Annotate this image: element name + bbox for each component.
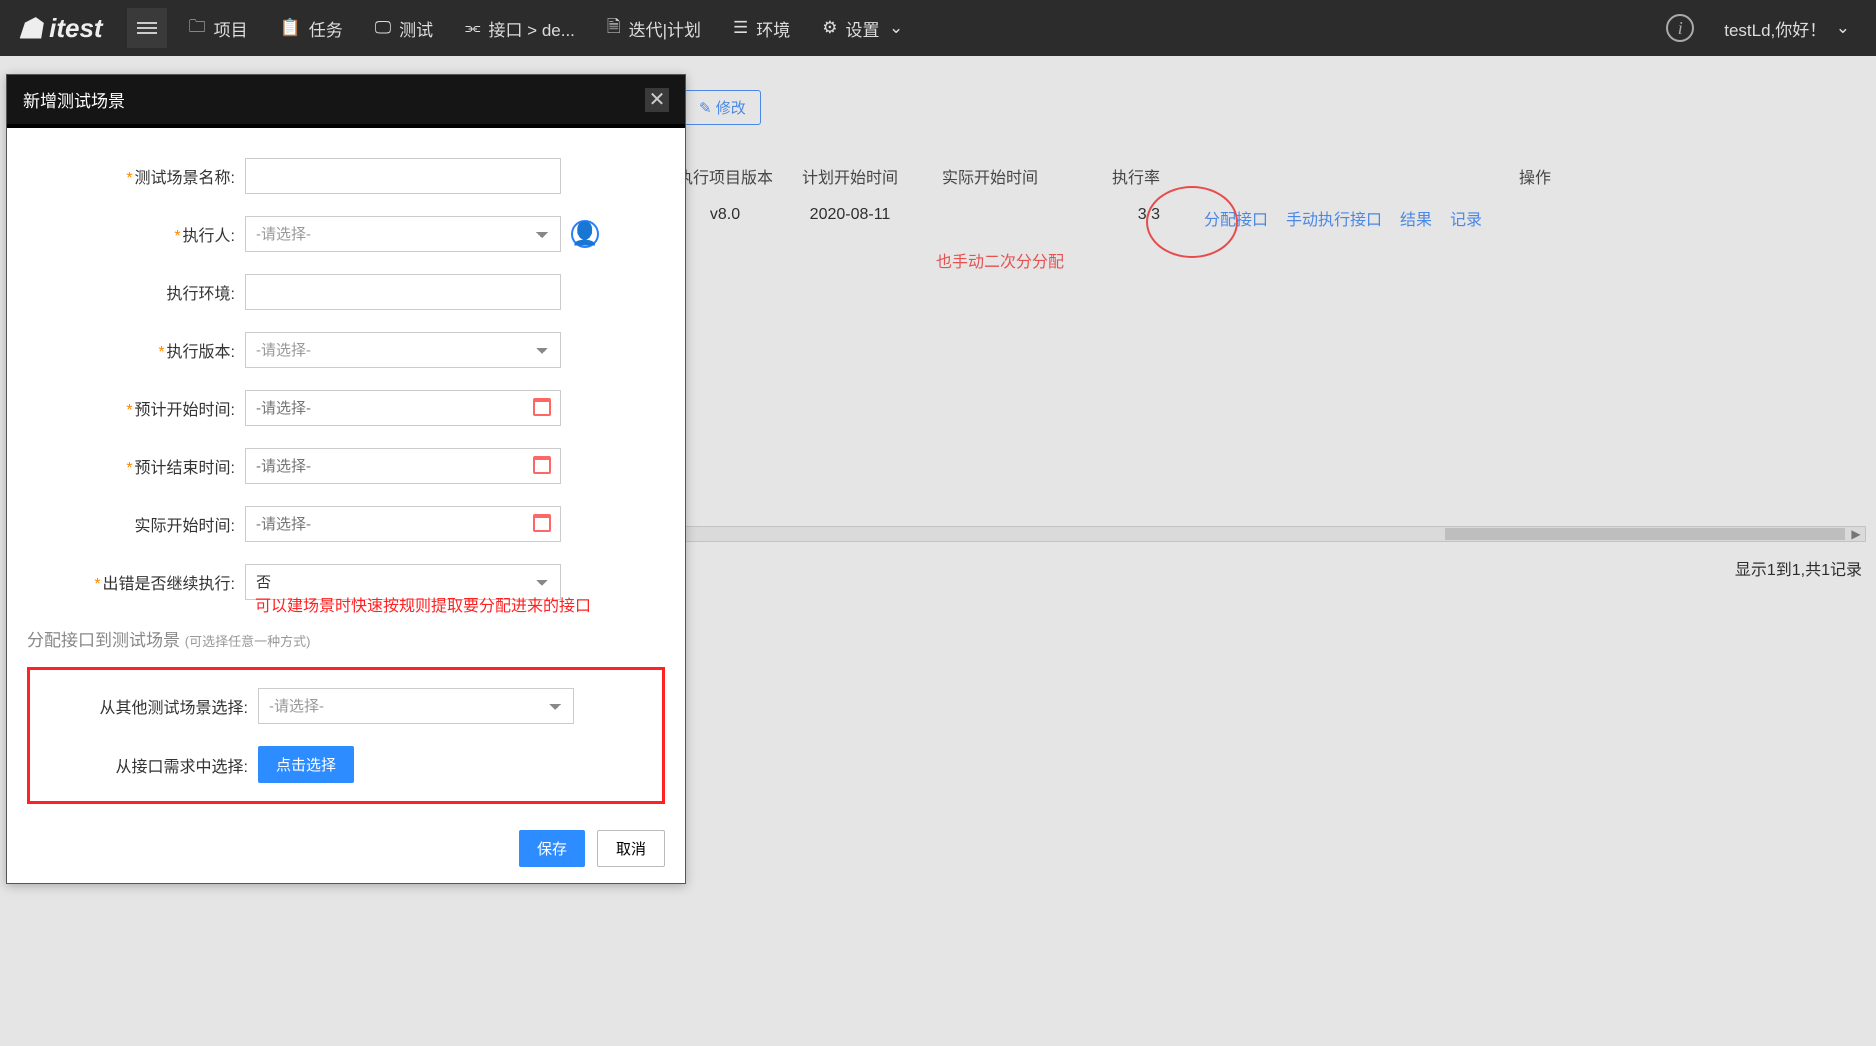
clipboard-icon: 📋 — [280, 18, 301, 38]
nav-task[interactable]: 📋 任务 — [264, 0, 359, 56]
nav-project[interactable]: 🗀 项目 — [173, 0, 264, 56]
section-assign-hint: (可选择任意一种方式) — [185, 634, 311, 649]
label-plan-end: *预计结束时间: — [27, 454, 245, 478]
assign-options-box: 从其他测试场景选择: -请选择- 从接口需求中选择: 点击选择 — [27, 667, 665, 804]
modal-footer: 保存 取消 — [7, 824, 685, 883]
row-from-req: 从接口需求中选择: 点击选择 — [40, 746, 652, 783]
monitor-icon: 🖵 — [375, 18, 391, 38]
annotation-rule-note: 可以建场景时快速按规则提取要分配进来的接口 — [255, 592, 665, 616]
calendar-icon[interactable] — [533, 456, 551, 474]
label-scene-name: *测试场景名称: — [27, 164, 245, 188]
modal-close-button[interactable]: ✕ — [645, 88, 669, 112]
label-from-req: 从接口需求中选择: — [40, 753, 258, 777]
nav-iteration[interactable]: 🗎 迭代|计划 — [591, 0, 717, 56]
label-from-scene: 从其他测试场景选择: — [40, 694, 258, 718]
label-env: 执行环境: — [27, 280, 245, 304]
user-greeting-text: testLd,你好！ — [1724, 16, 1826, 41]
label-executor: *执行人: — [27, 222, 245, 246]
row-actual-start: 实际开始时间: — [27, 506, 665, 542]
nav-project-label: 项目 — [214, 16, 248, 41]
row-env: 执行环境: — [27, 274, 665, 310]
modal-body: *测试场景名称: *执行人: -请选择- 👤 执行环境: *执行版本: -请选择… — [7, 128, 685, 824]
row-from-scene: 从其他测试场景选择: -请选择- — [40, 688, 652, 724]
nav-api-label: 接口 > de... — [488, 16, 574, 41]
hamburger-icon — [137, 19, 157, 37]
section-assign-title: 分配接口到测试场景 (可选择任意一种方式) — [27, 626, 665, 651]
nav-test-label: 测试 — [399, 16, 433, 41]
row-executor: *执行人: -请选择- 👤 — [27, 216, 665, 252]
nav-env-label: 环境 — [756, 16, 790, 41]
row-version: *执行版本: -请选择- — [27, 332, 665, 368]
nav-user-greeting[interactable]: testLd,你好！ ⌄ — [1712, 0, 1862, 56]
nav-settings[interactable]: ⚙ 设置 ⌄ — [806, 0, 919, 56]
info-icon[interactable]: i — [1666, 14, 1694, 42]
row-plan-start: *预计开始时间: — [27, 390, 665, 426]
brand-text: itest — [49, 13, 102, 44]
user-search-icon: 👤 — [571, 221, 598, 247]
nav-task-label: 任务 — [309, 16, 343, 41]
hamburger-button[interactable] — [127, 8, 167, 48]
bug-icon: ☗ — [18, 12, 43, 45]
search-user-button[interactable]: 👤 — [571, 220, 599, 248]
close-icon: ✕ — [649, 87, 666, 112]
input-actual-start[interactable] — [245, 506, 561, 542]
label-continue-on-error: *出错是否继续执行: — [27, 570, 245, 594]
brand-logo: ☗ itest — [0, 12, 121, 45]
folder-icon: 🗀 — [189, 14, 206, 43]
input-scene-name[interactable] — [245, 158, 561, 194]
input-plan-start[interactable] — [245, 390, 561, 426]
nav-api[interactable]: ⫘ 接口 > de... — [449, 0, 591, 56]
modal-title: 新增测试场景 — [23, 87, 125, 112]
label-plan-start: *预计开始时间: — [27, 396, 245, 420]
click-select-button[interactable]: 点击选择 — [258, 746, 354, 783]
row-plan-end: *预计结束时间: — [27, 448, 665, 484]
gear-icon: ⚙ — [822, 18, 837, 38]
nav-test[interactable]: 🖵 测试 — [359, 0, 449, 56]
chevron-down-icon: ⌄ — [889, 18, 903, 38]
select-from-scene[interactable]: -请选择- — [258, 688, 574, 724]
label-version: *执行版本: — [27, 338, 245, 362]
api-icon: ⫘ — [465, 18, 480, 38]
label-actual-start: 实际开始时间: — [27, 512, 245, 536]
nav-iteration-label: 迭代|计划 — [629, 16, 701, 41]
nav-right-group: i testLd,你好！ ⌄ — [1648, 0, 1876, 56]
top-navbar: ☗ itest 🗀 项目 📋 任务 🖵 测试 ⫘ 接口 > de... 🗎 迭代|计划 ☰… — [0, 0, 1876, 56]
save-button[interactable]: 保存 — [519, 830, 585, 867]
stack-icon: ☰ — [733, 18, 748, 38]
calendar-icon[interactable] — [533, 514, 551, 532]
doc-icon: 🗎 — [607, 14, 621, 43]
cancel-button[interactable]: 取消 — [597, 830, 665, 867]
chevron-down-icon: ⌄ — [1836, 18, 1850, 38]
nav-env[interactable]: ☰ 环境 — [717, 0, 806, 56]
row-scene-name: *测试场景名称: — [27, 158, 665, 194]
nav-settings-label: 设置 — [846, 16, 880, 41]
select-executor[interactable]: -请选择- — [245, 216, 561, 252]
modal-header: 新增测试场景 ✕ — [7, 75, 685, 128]
select-version[interactable]: -请选择- — [245, 332, 561, 368]
add-scene-modal: 新增测试场景 ✕ *测试场景名称: *执行人: -请选择- 👤 执行环境: *执… — [6, 74, 686, 884]
input-env[interactable] — [245, 274, 561, 310]
input-plan-end[interactable] — [245, 448, 561, 484]
calendar-icon[interactable] — [533, 398, 551, 416]
